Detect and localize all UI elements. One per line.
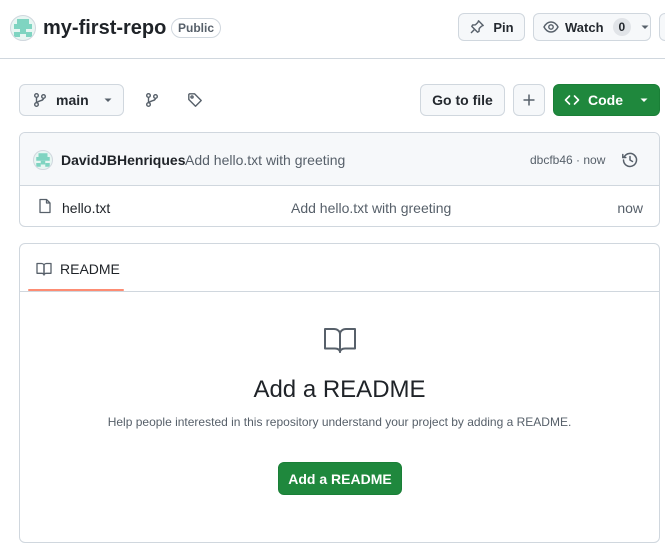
branch-selector[interactable]: main bbox=[19, 84, 124, 116]
file-browser: DavidJBHenriques Add hello.txt with gree… bbox=[19, 132, 660, 227]
file-commit-message[interactable]: Add hello.txt with greeting bbox=[291, 200, 451, 216]
code-icon bbox=[564, 92, 580, 108]
commit-author[interactable]: DavidJBHenriques bbox=[61, 152, 185, 168]
star-button-partial[interactable] bbox=[659, 13, 665, 41]
file-icon bbox=[37, 198, 53, 214]
commit-sha-time[interactable]: dbcfb46 · now bbox=[530, 153, 605, 167]
history-icon[interactable] bbox=[621, 151, 639, 169]
add-readme-label: Add a README bbox=[288, 470, 392, 487]
visibility-badge: Public bbox=[171, 18, 222, 38]
readme-empty-title: Add a README bbox=[253, 376, 426, 403]
latest-commit-bar: DavidJBHenriques Add hello.txt with gree… bbox=[20, 133, 659, 186]
tab-readme[interactable]: README bbox=[28, 244, 124, 292]
code-label: Code bbox=[588, 92, 623, 108]
repo-avatar[interactable] bbox=[10, 15, 36, 41]
plus-icon bbox=[521, 92, 537, 108]
watch-count: 0 bbox=[612, 18, 632, 36]
pin-label: Pin bbox=[493, 19, 514, 35]
add-readme-button[interactable]: Add a README bbox=[278, 462, 402, 495]
pin-button[interactable]: Pin bbox=[458, 13, 525, 41]
eye-icon bbox=[543, 19, 559, 35]
chevron-down-icon bbox=[103, 95, 113, 105]
author-avatar[interactable] bbox=[33, 150, 53, 170]
go-to-file-label: Go to file bbox=[432, 92, 493, 108]
readme-empty-description: Help people interested in this repositor… bbox=[107, 415, 572, 429]
book-icon bbox=[36, 261, 52, 277]
branch-icon bbox=[32, 92, 48, 108]
file-time: now bbox=[617, 200, 643, 216]
branches-icon[interactable] bbox=[144, 92, 160, 108]
file-name[interactable]: hello.txt bbox=[62, 200, 110, 216]
tag-icon[interactable] bbox=[187, 92, 203, 108]
watch-label: Watch bbox=[565, 19, 604, 35]
add-file-button[interactable] bbox=[513, 84, 545, 116]
chevron-down-icon bbox=[640, 22, 650, 32]
readme-panel: README Add a README Help people interest… bbox=[19, 243, 660, 543]
commit-message[interactable]: Add hello.txt with greeting bbox=[185, 152, 345, 168]
go-to-file-button[interactable]: Go to file bbox=[420, 84, 505, 116]
code-button[interactable]: Code bbox=[553, 84, 660, 116]
pin-icon bbox=[469, 19, 485, 35]
file-row[interactable]: hello.txt Add hello.txt with greeting no… bbox=[20, 186, 659, 226]
header-divider bbox=[0, 58, 665, 59]
readme-header-divider bbox=[20, 291, 659, 292]
book-icon bbox=[323, 326, 357, 354]
branch-name: main bbox=[56, 92, 89, 108]
repo-name[interactable]: my-first-repo bbox=[43, 16, 166, 40]
chevron-down-icon bbox=[639, 95, 649, 105]
watch-button[interactable]: Watch 0 bbox=[533, 13, 651, 41]
readme-tab-label: README bbox=[60, 261, 120, 277]
